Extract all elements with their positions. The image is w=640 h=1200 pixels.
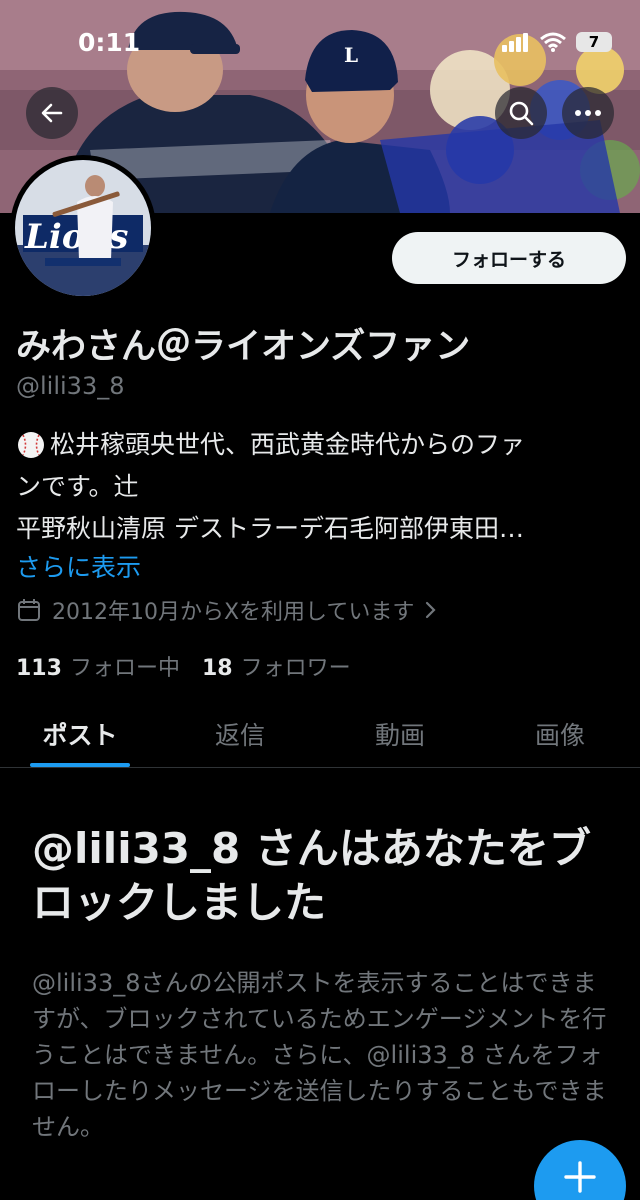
signal-icon [502, 33, 528, 52]
wifi-icon [540, 32, 566, 52]
followers-link[interactable]: 18 フォロワー [202, 650, 351, 682]
tab-label: 返信 [214, 720, 265, 750]
chevron-right-icon [426, 601, 436, 619]
tab-replies[interactable]: 返信 [160, 700, 320, 767]
back-button[interactable] [26, 87, 78, 139]
svg-text:Lions: Lions [24, 217, 128, 257]
user-handle: @lili33_8 [16, 372, 125, 400]
avatar[interactable]: Lions [10, 155, 156, 301]
baseball-icon [18, 432, 44, 458]
tab-videos[interactable]: 動画 [320, 700, 480, 767]
calendar-icon [18, 599, 40, 621]
tab-images[interactable]: 画像 [480, 700, 640, 767]
status-time: 0:11 [78, 28, 141, 57]
bio-line: ンです。辻 [16, 466, 616, 508]
svg-text:L: L [344, 43, 358, 67]
bio-text: 平野秋山清原 デストラーデ石毛阿部伊東田… [16, 514, 524, 543]
compose-button[interactable] [534, 1140, 626, 1200]
bio-line: 松井稼頭央世代、西武黄金時代からのファ [16, 424, 616, 466]
profile-screen: L 0:11 7 Lions フォローする みわさん＠ライオンズファン @lil… [0, 0, 640, 1200]
follow-button[interactable]: フォローする [392, 232, 626, 284]
follow-stats: 113 フォロー中 18 フォロワー [16, 650, 351, 682]
tab-posts[interactable]: ポスト [0, 700, 160, 767]
profile-tabs: ポスト 返信 動画 画像 [0, 700, 640, 768]
following-count: 113 [16, 656, 62, 681]
joined-date: 2012年10月からXを利用しています [52, 600, 415, 625]
more-button[interactable] [562, 87, 614, 139]
display-name: みわさん＠ライオンズファン [16, 327, 471, 367]
bio-line: 平野秋山清原 デストラーデ石毛阿部伊東田… [16, 508, 616, 550]
blocked-title: @lili33_8 さんはあなたをブロックしました [32, 824, 591, 927]
more-horizontal-icon [575, 110, 601, 116]
tab-label: 画像 [534, 720, 585, 750]
search-icon [509, 101, 534, 126]
battery-icon: 7 [576, 32, 612, 52]
avatar-image: Lions [15, 160, 151, 296]
arrow-left-icon [41, 103, 63, 123]
plus-icon [564, 1161, 596, 1193]
followers-count: 18 [201, 656, 233, 681]
active-tab-indicator [30, 763, 130, 767]
search-button[interactable] [495, 87, 547, 139]
show-more-link[interactable]: さらに表示 [16, 548, 141, 584]
followers-label: フォロワー [240, 656, 351, 681]
status-icons: 7 [502, 30, 612, 54]
following-label: フォロー中 [69, 656, 180, 681]
profile-bio: 松井稼頭央世代、西武黄金時代からのファ ンです。辻 平野秋山清原 デストラーデ石… [16, 424, 616, 550]
following-link[interactable]: 113 フォロー中 [16, 650, 180, 682]
bio-text: 松井稼頭央世代、西武黄金時代からのファ [50, 430, 526, 459]
joined-date-row[interactable]: 2012年10月からXを利用しています [16, 594, 438, 626]
tab-label: 動画 [374, 720, 425, 750]
tab-label: ポスト [42, 720, 118, 750]
bio-text: ンです。辻 [16, 472, 139, 501]
blocked-description: @lili33_8さんの公開ポストを表示することはできますが、ブロックされている… [32, 969, 607, 1141]
